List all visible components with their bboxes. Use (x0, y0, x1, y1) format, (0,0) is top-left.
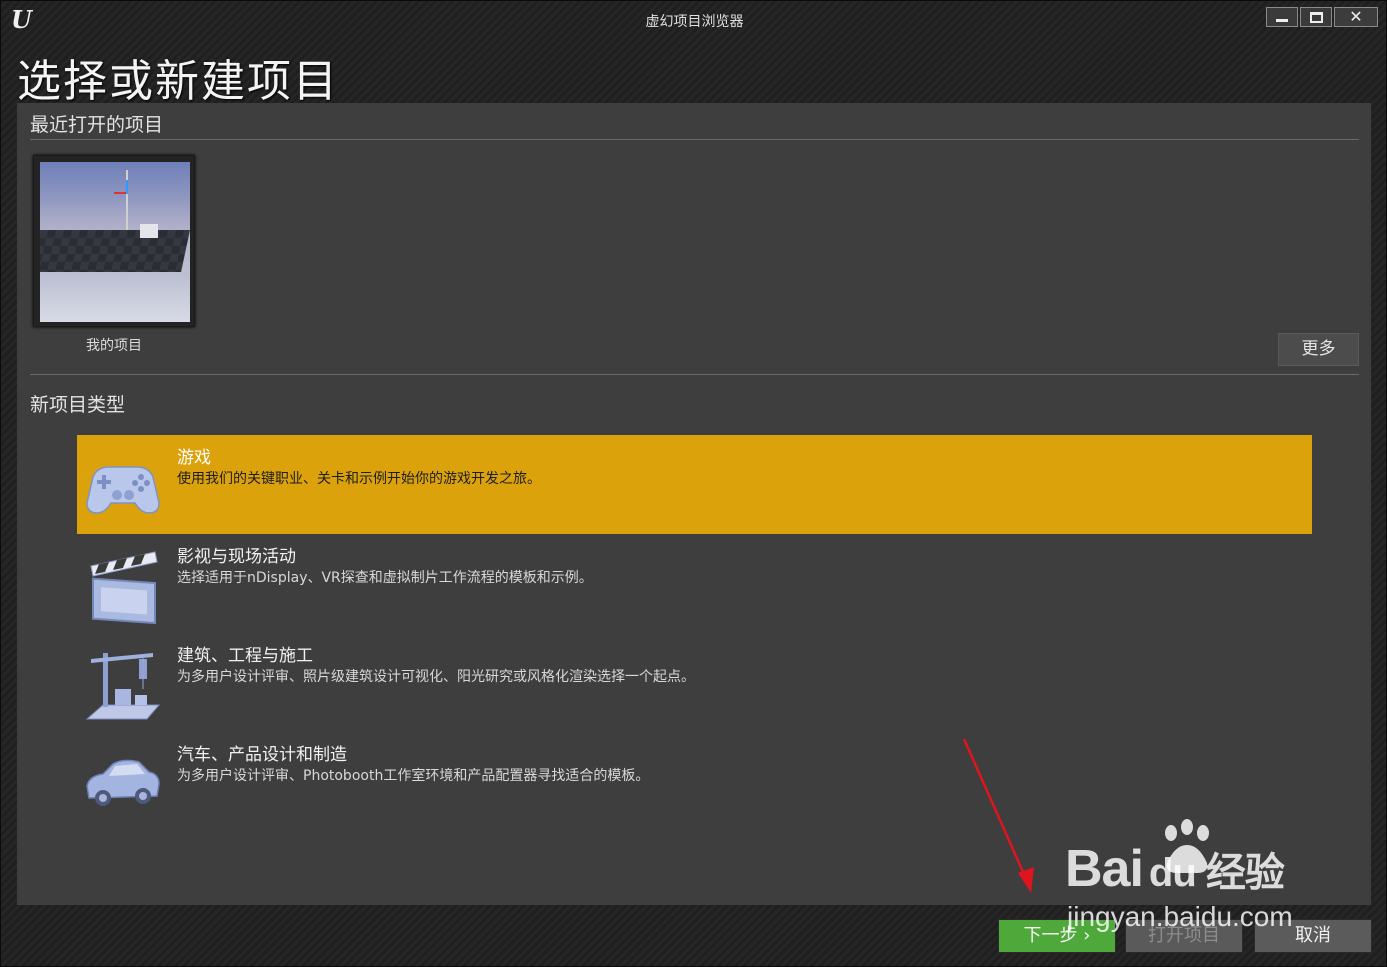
window-title: 虚幻项目浏览器 (645, 14, 744, 30)
category-film-live-events[interactable]: 影视与现场活动 选择适用于nDisplay、VR探查和虚拟制片工作流程的模板和示… (77, 534, 1312, 633)
next-button[interactable]: 下一步 › (998, 919, 1116, 953)
gamepad-icon (86, 466, 160, 514)
recent-project-label: 我的项目 (86, 338, 142, 354)
close-button[interactable]: ✕ (1334, 7, 1378, 27)
project-thumbnail (40, 162, 190, 322)
category-description: 选择适用于nDisplay、VR探查和虚拟制片工作流程的模板和示例。 (177, 570, 593, 586)
close-icon: ✕ (1349, 7, 1363, 26)
cancel-button[interactable]: 取消 (1254, 919, 1372, 953)
crane-icon (85, 653, 161, 720)
category-architecture[interactable]: 建筑、工程与施工 为多用户设计评审、照片级建筑设计可视化、阳光研究或风格化渲染选… (77, 633, 1312, 732)
more-button[interactable]: 更多 (1278, 333, 1359, 366)
category-games[interactable]: 游戏 使用我们的关键职业、关卡和示例开始你的游戏开发之旅。 (77, 435, 1312, 534)
category-name: 建筑、工程与施工 (177, 646, 313, 666)
page-title: 选择或新建项目 (17, 56, 339, 107)
thumbnail-pole (126, 170, 128, 230)
title-bar[interactable]: U 虚幻项目浏览器 ✕ (1, 1, 1387, 41)
recent-project-card[interactable]: 我的项目 (33, 155, 195, 355)
new-project-types-header: 新项目类型 (30, 394, 126, 416)
thumbnail-gizmo-z (126, 180, 128, 194)
thumbnail-cube (140, 224, 158, 238)
maximize-icon (1309, 11, 1323, 23)
clapperboard-icon (90, 551, 158, 624)
category-automotive[interactable]: 汽车、产品设计和制造 为多用户设计评审、Photobooth工作室环境和产品配置… (77, 732, 1312, 831)
window-controls: ✕ (1266, 7, 1378, 27)
category-name: 影视与现场活动 (177, 547, 296, 567)
main-panel: 最近打开的项目 我的项目 更多 新项目类型 游戏 使用我们的关键职业、关卡和示例… (17, 103, 1371, 905)
minimize-icon (1276, 19, 1288, 22)
project-thumbnail-frame[interactable] (33, 155, 195, 327)
open-project-button[interactable]: 打开项目 (1125, 919, 1243, 953)
maximize-button[interactable] (1300, 7, 1332, 27)
category-name: 汽车、产品设计和制造 (177, 745, 347, 765)
thumbnail-ground (40, 272, 190, 322)
divider (30, 374, 1359, 375)
project-browser-window: U 虚幻项目浏览器 ✕ 选择或新建项目 最近打开的项目 我的项目 更多 新项目类… (0, 0, 1387, 967)
category-description: 为多用户设计评审、Photobooth工作室环境和产品配置器寻找适合的模板。 (177, 768, 650, 784)
category-description: 使用我们的关键职业、关卡和示例开始你的游戏开发之旅。 (177, 471, 541, 487)
minimize-button[interactable] (1266, 7, 1298, 27)
category-description: 为多用户设计评审、照片级建筑设计可视化、阳光研究或风格化渲染选择一个起点。 (177, 669, 695, 685)
car-icon (86, 759, 160, 806)
category-name: 游戏 (177, 448, 211, 468)
divider (30, 139, 1359, 140)
bottom-button-bar: 下一步 › 打开项目 取消 (1, 905, 1387, 967)
recent-projects-header: 最近打开的项目 (30, 114, 164, 136)
